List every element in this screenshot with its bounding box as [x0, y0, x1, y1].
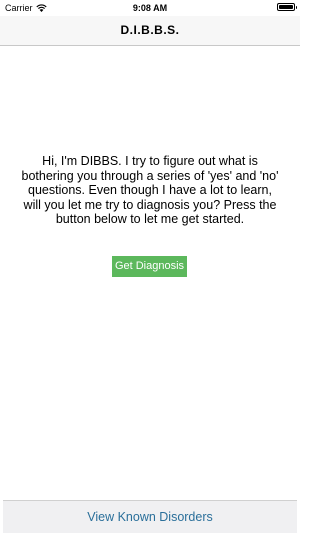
navigation-bar: D.I.B.B.S.: [0, 16, 300, 46]
bottom-bar: View Known Disorders: [3, 500, 297, 533]
get-diagnosis-button[interactable]: Get Diagnosis: [112, 256, 187, 277]
status-bar: Carrier 9:08 AM: [0, 0, 300, 16]
status-time: 9:08 AM: [132, 3, 168, 13]
status-right: [277, 3, 297, 11]
battery-icon: [277, 3, 297, 11]
intro-message: Hi, I'm DIBBS. I try to figure out what …: [21, 154, 279, 226]
view-known-disorders-button[interactable]: View Known Disorders: [3, 501, 297, 533]
page-title: D.I.B.B.S.: [120, 23, 180, 37]
